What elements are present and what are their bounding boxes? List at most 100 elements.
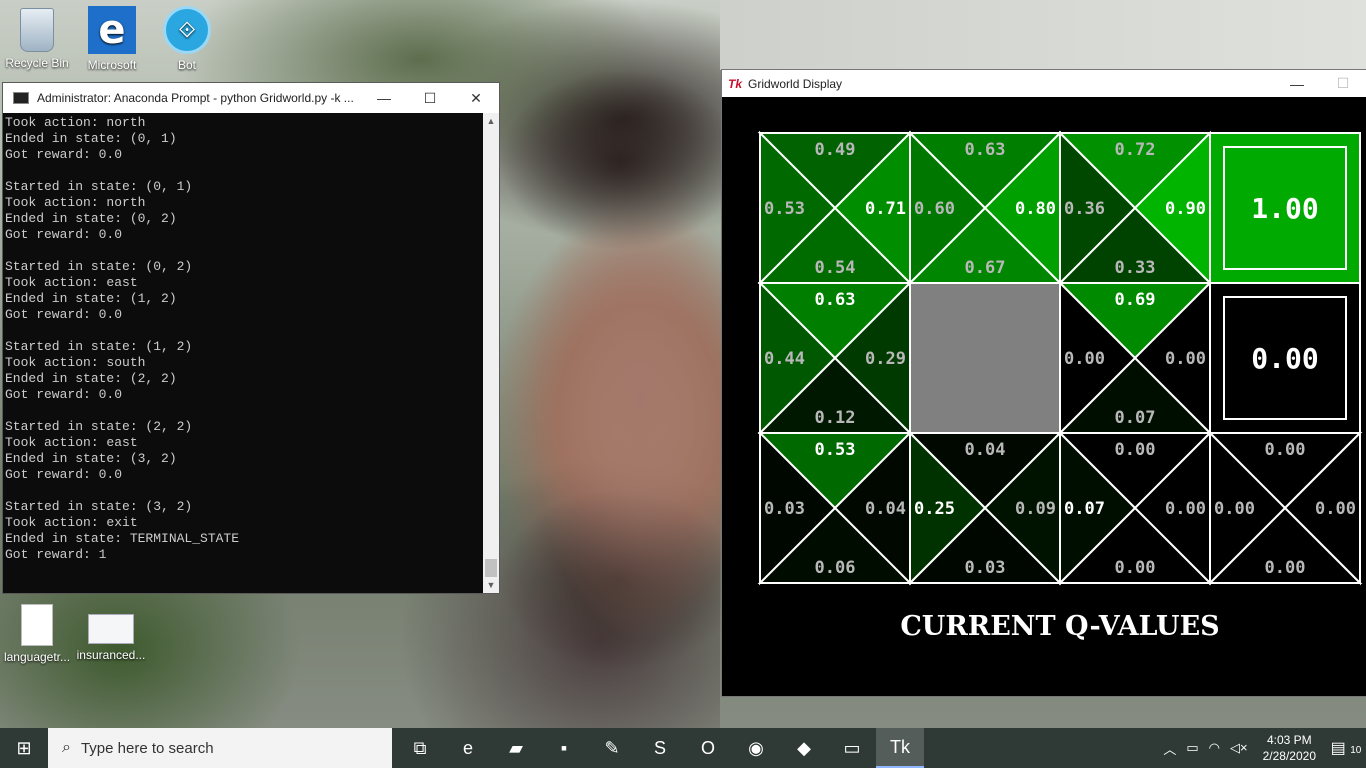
start-button[interactable]: ⊞ <box>0 728 48 768</box>
q-value-n: 0.63 <box>965 140 1006 160</box>
skype-icon[interactable]: S <box>636 728 684 768</box>
scroll-up-icon[interactable]: ▲ <box>483 113 499 129</box>
q-value-e: 0.71 <box>865 199 906 219</box>
anaconda-prompt-window[interactable]: Administrator: Anaconda Prompt - python … <box>2 82 500 594</box>
desktop-icon-bot-framework[interactable]: ⟐ Bot Framewo... <box>150 6 224 72</box>
desktop-icon-label: insuranced... <box>76 648 146 662</box>
console-line: Started in state: (3, 2) <box>5 499 193 514</box>
q-value-e: 0.00 <box>1315 499 1356 519</box>
desktop-icon-edge[interactable]: e Microsoft Edge <box>75 6 149 72</box>
q-value-s: 0.06 <box>815 558 856 578</box>
windows-logo-icon: ⊞ <box>16 737 32 758</box>
gridworld-window[interactable]: Tk Gridworld Display — ☐ 0.49 0.71 0.54 0.5… <box>721 69 1366 697</box>
bot-framework-icon: ⟐ <box>163 6 211 54</box>
q-values-caption: CURRENT Q-VALUES <box>900 611 1219 642</box>
desktop-icon-label: Recycle Bin <box>5 56 69 70</box>
console-line: Got reward: 0.0 <box>5 147 123 162</box>
console-line: Took action: north <box>5 195 146 210</box>
gridworld-titlebar[interactable]: Tk Gridworld Display — ☐ <box>722 70 1366 97</box>
console-line: Got reward: 0.0 <box>5 387 123 402</box>
outlook-icon[interactable]: O <box>684 728 732 768</box>
scroll-down-icon[interactable]: ▼ <box>483 577 499 593</box>
q-value-w: 0.60 <box>914 199 955 219</box>
edge-icon[interactable]: e <box>444 728 492 768</box>
volume-mute-icon[interactable]: ◁× <box>1230 740 1248 756</box>
wifi-icon[interactable]: ◠ <box>1209 740 1220 756</box>
desktop-wallpaper-sky <box>720 0 1366 70</box>
console-title: Administrator: Anaconda Prompt - python … <box>37 91 354 105</box>
desktop-icon-label: Microsoft Edge <box>87 58 137 72</box>
sticky-notes-icon[interactable]: ▪ <box>540 728 588 768</box>
clock-time: 4:03 PM <box>1266 733 1312 747</box>
q-value-e: 0.00 <box>1165 349 1206 369</box>
maximize-button[interactable]: ☐ <box>407 83 453 113</box>
gridworld-title: Gridworld Display <box>748 76 843 91</box>
q-value-e: 0.04 <box>865 499 906 519</box>
q-value-grid: 0.49 0.71 0.54 0.53 0.63 0.80 0.67 0.60 0.72 0.90… <box>757 130 1363 642</box>
console-line: Took action: north <box>5 115 146 130</box>
q-value-n: 0.53 <box>815 440 856 460</box>
terminal-icon[interactable]: ▭ <box>828 728 876 768</box>
taskbar: ⊞ ⌕ Type here to search ⧉ e ▰ ▪ ✎ S O ◉ ◆ ▭ Tk ︿ ▭… <box>0 728 1366 768</box>
scrollbar-thumb[interactable] <box>485 559 497 577</box>
q-value-e: 0.09 <box>1015 499 1056 519</box>
file-explorer-icon[interactable]: ▰ <box>492 728 540 768</box>
q-value-n: 0.72 <box>1115 140 1156 160</box>
tk-icon[interactable]: Tk <box>876 728 924 768</box>
clock[interactable]: 4:03 PM 2/28/2020 <box>1263 732 1316 764</box>
tk-icon: Tk <box>728 76 743 91</box>
console-line: Ended in state: (0, 1) <box>5 131 177 146</box>
minimize-button[interactable]: — <box>361 83 407 113</box>
console-line: Got reward: 0.0 <box>5 227 123 242</box>
chrome-icon[interactable]: ◉ <box>732 728 780 768</box>
q-value-w: 0.36 <box>1064 199 1105 219</box>
taskbar-apps: ⧉ e ▰ ▪ ✎ S O ◉ ◆ ▭ Tk <box>396 728 924 768</box>
console-line: Got reward: 0.0 <box>5 467 123 482</box>
task-view-icon[interactable]: ⧉ <box>396 728 444 768</box>
q-value-w: 0.25 <box>914 499 955 519</box>
clock-date: 2/28/2020 <box>1262 749 1316 763</box>
notepad-plus-icon[interactable]: ✎ <box>588 728 636 768</box>
q-value-w: 0.00 <box>1064 349 1105 369</box>
search-box[interactable]: ⌕ Type here to search <box>48 728 392 768</box>
q-value-s: 0.00 <box>1115 558 1156 578</box>
desktop-icon-insuranced[interactable]: insuranced... <box>74 604 148 662</box>
minimize-button[interactable]: — <box>1274 70 1320 97</box>
desktop-icon-languagetr[interactable]: languagetr... <box>0 604 74 664</box>
azure-studio-icon[interactable]: ◆ <box>780 728 828 768</box>
document-icon <box>21 604 53 646</box>
close-button[interactable]: ✕ <box>453 83 499 113</box>
console-line: Started in state: (0, 2) <box>5 259 193 274</box>
console-scrollbar[interactable]: ▲ ▼ <box>483 113 499 593</box>
console-line: Started in state: (0, 1) <box>5 179 193 194</box>
notification-center[interactable]: ▤ 10 <box>1326 738 1366 758</box>
desktop-icon-recycle-bin[interactable]: Recycle Bin <box>0 8 74 70</box>
q-value-n: 0.63 <box>815 290 856 310</box>
console-line: Took action: south <box>5 355 146 370</box>
console-line: Took action: east <box>5 435 138 450</box>
q-value-s: 0.12 <box>815 408 856 428</box>
desktop-wallpaper-portrait <box>500 20 730 720</box>
edge-icon: e <box>88 6 136 54</box>
desktop-icon-label: languagetr... <box>3 650 71 664</box>
console-output[interactable]: Took action: north Ended in state: (0, 1)… <box>3 113 483 593</box>
q-value-n: 0.49 <box>815 140 856 160</box>
q-value-s: 0.54 <box>815 258 856 278</box>
system-tray: ︿ ▭ ◠ ◁× 4:03 PM 2/28/2020 ▤ 10 <box>1158 728 1366 768</box>
notification-count: 10 <box>1350 745 1362 756</box>
q-value-w: 0.53 <box>764 199 805 219</box>
q-value-s: 0.33 <box>1115 258 1156 278</box>
chevron-up-icon[interactable]: ︿ <box>1163 739 1176 758</box>
q-value-s: 0.67 <box>965 258 1006 278</box>
q-value-n: 0.00 <box>1265 440 1306 460</box>
console-line: Ended in state: (2, 2) <box>5 371 177 386</box>
console-line: Got reward: 0.0 <box>5 307 123 322</box>
console-titlebar[interactable]: Administrator: Anaconda Prompt - python … <box>3 83 499 113</box>
console-app-icon <box>13 92 29 104</box>
recycle-bin-icon <box>20 8 54 52</box>
battery-icon[interactable]: ▭ <box>1186 740 1198 756</box>
terminal-value: 1.00 <box>1251 192 1318 225</box>
maximize-button[interactable]: ☐ <box>1320 70 1366 97</box>
